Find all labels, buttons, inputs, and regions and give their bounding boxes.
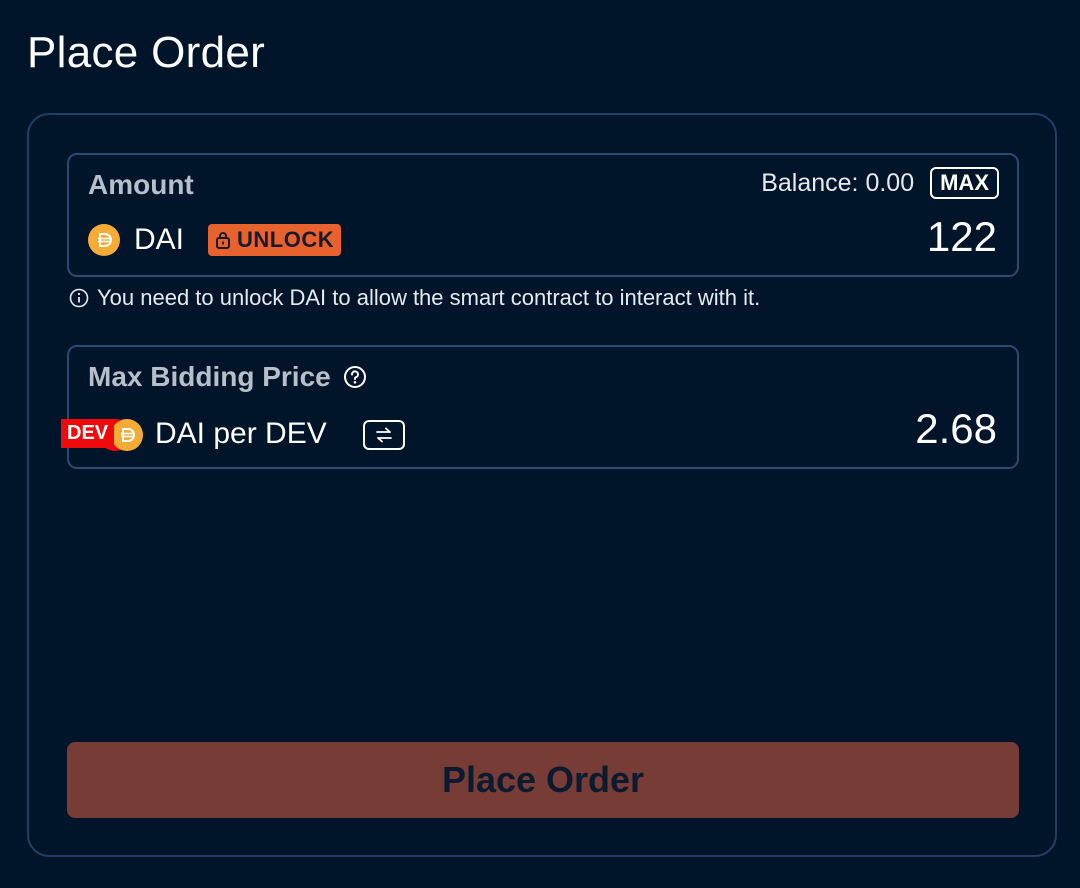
dev-badge: DEV bbox=[61, 419, 115, 448]
unlock-note: You need to unlock DAI to allow the smar… bbox=[69, 285, 760, 311]
price-label: Max Bidding Price bbox=[88, 361, 331, 392]
unlock-label: UNLOCK bbox=[237, 227, 335, 252]
swap-icon bbox=[376, 427, 392, 443]
dai-coin-icon bbox=[111, 419, 143, 451]
balance-row: Balance: 0.00 MAX bbox=[761, 167, 999, 199]
amount-input[interactable]: 122 bbox=[927, 213, 997, 261]
price-field[interactable]: Max Bidding Price DEV DAI per DEV 2.68 bbox=[61, 345, 1019, 469]
swap-button[interactable] bbox=[363, 420, 405, 450]
dai-coin-icon bbox=[88, 224, 120, 256]
amount-label: Amount bbox=[88, 169, 194, 200]
place-order-button[interactable]: Place Order bbox=[67, 742, 1019, 818]
pair-label: DAI per DEV bbox=[155, 417, 327, 450]
price-label-row: Max Bidding Price bbox=[88, 361, 367, 393]
lock-icon bbox=[216, 232, 231, 249]
amount-field[interactable]: Amount Balance: 0.00 MAX DAI UNLOCK 122 bbox=[67, 153, 1019, 277]
order-card: Amount Balance: 0.00 MAX DAI UNLOCK 122 … bbox=[27, 113, 1057, 857]
token-row: DAI UNLOCK bbox=[88, 223, 342, 257]
help-icon[interactable] bbox=[343, 365, 367, 389]
amount-token-name: DAI bbox=[134, 223, 185, 256]
unlock-button[interactable]: UNLOCK bbox=[208, 224, 342, 256]
unlock-note-text: You need to unlock DAI to allow the smar… bbox=[97, 285, 761, 310]
page-title: Place Order bbox=[27, 28, 266, 77]
balance-text: Balance: 0.00 bbox=[761, 168, 915, 197]
price-input[interactable]: 2.68 bbox=[915, 405, 997, 453]
max-button[interactable]: MAX bbox=[930, 167, 999, 199]
info-icon bbox=[69, 288, 89, 308]
